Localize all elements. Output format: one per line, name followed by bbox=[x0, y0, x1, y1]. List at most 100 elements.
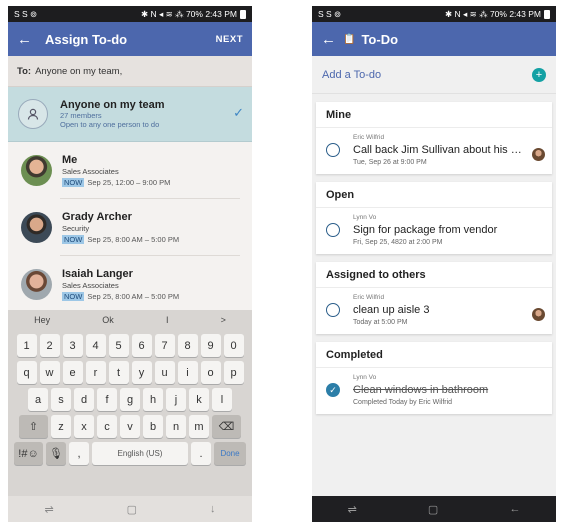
key[interactable]: 6 bbox=[131, 334, 152, 357]
key[interactable]: p bbox=[223, 361, 244, 384]
shift-time: Sep 25, 12:00 – 9:00 PM bbox=[87, 178, 171, 187]
key[interactable]: x bbox=[74, 415, 94, 438]
person-role: Sales Associates bbox=[62, 281, 119, 290]
key[interactable]: u bbox=[154, 361, 175, 384]
key[interactable]: 2 bbox=[39, 334, 60, 357]
section-title: Open bbox=[316, 182, 552, 208]
home-icon[interactable]: ▢ bbox=[127, 503, 137, 516]
suggestion[interactable]: Hey bbox=[34, 315, 50, 325]
key[interactable]: z bbox=[51, 415, 71, 438]
back-icon[interactable]: ← bbox=[509, 503, 520, 515]
key[interactable]: b bbox=[143, 415, 163, 438]
add-todo-label[interactable]: Add a To-do bbox=[322, 69, 381, 81]
shift-time: Sep 25, 8:00 AM – 5:00 PM bbox=[87, 292, 180, 301]
symbols-key[interactable]: !#☺ bbox=[14, 442, 43, 465]
key[interactable]: r bbox=[85, 361, 106, 384]
key[interactable]: c bbox=[97, 415, 117, 438]
clipboard-icon: 📋 bbox=[343, 33, 356, 45]
person-outline-icon bbox=[18, 99, 48, 129]
todo-author: Lynn Vo bbox=[353, 214, 377, 221]
key[interactable]: i bbox=[177, 361, 198, 384]
comma-key[interactable]: , bbox=[69, 442, 89, 465]
avatar bbox=[532, 308, 545, 321]
completed-check-icon[interactable]: ✓ bbox=[326, 383, 340, 397]
key[interactable]: 5 bbox=[108, 334, 129, 357]
todo-title: clean up aisle 3 bbox=[353, 304, 430, 316]
todo-item[interactable]: ✓ Lynn Vo Clean windows in bathroom Comp… bbox=[316, 368, 552, 414]
section-assigned-to-others: Assigned to others Eric Wilfrid clean up… bbox=[316, 262, 552, 334]
key[interactable]: 0 bbox=[223, 334, 244, 357]
hide-keyboard-icon[interactable]: ↓ bbox=[210, 503, 216, 515]
todo-due: Tue, Sep 26 at 9:00 PM bbox=[353, 159, 427, 166]
recent-apps-icon[interactable]: ⇌ bbox=[44, 503, 53, 516]
space-key[interactable]: English (US) bbox=[92, 442, 188, 465]
section-open: Open Lynn Vo Sign for package from vendo… bbox=[316, 182, 552, 254]
complete-checkbox[interactable] bbox=[326, 303, 340, 317]
person-name: Isaiah Langer bbox=[62, 268, 133, 280]
key[interactable]: l bbox=[212, 388, 232, 411]
recipient-field[interactable]: To: Anyone on my team, bbox=[8, 56, 252, 87]
checkmark-icon: ✓ bbox=[233, 105, 244, 120]
shift-key-icon[interactable]: ⇧ bbox=[19, 415, 48, 438]
person-row[interactable]: Isaiah Langer Sales Associates NOW Sep 25… bbox=[8, 256, 252, 313]
key[interactable]: 4 bbox=[85, 334, 106, 357]
team-option[interactable]: Anyone on my team 27 members Open to any… bbox=[8, 87, 252, 142]
expand-suggestions-icon[interactable]: > bbox=[221, 315, 226, 325]
key[interactable]: w bbox=[39, 361, 60, 384]
letter-row-1: q w e r t y u i o p bbox=[8, 361, 252, 384]
key[interactable]: 8 bbox=[177, 334, 198, 357]
next-button[interactable]: NEXT bbox=[216, 34, 243, 45]
key[interactable]: y bbox=[131, 361, 152, 384]
status-left: S S ⊚ bbox=[14, 8, 38, 19]
person-row[interactable]: Grady Archer Security NOW Sep 25, 8:00 AM… bbox=[8, 199, 252, 256]
battery-icon bbox=[544, 9, 550, 19]
complete-checkbox[interactable] bbox=[326, 223, 340, 237]
number-row: 1 2 3 4 5 6 7 8 9 0 bbox=[8, 334, 252, 357]
complete-checkbox[interactable] bbox=[326, 143, 340, 157]
key[interactable]: t bbox=[108, 361, 129, 384]
done-key[interactable]: Done bbox=[214, 442, 246, 465]
key[interactable]: 3 bbox=[62, 334, 83, 357]
key[interactable]: k bbox=[189, 388, 209, 411]
recent-apps-icon[interactable]: ⇌ bbox=[348, 503, 357, 516]
todo-item[interactable]: Eric Wilfrid clean up aisle 3 Today at 5… bbox=[316, 288, 552, 334]
bottom-key-row: !#☺ 🎙 , English (US) . Done bbox=[8, 442, 252, 465]
key[interactable]: v bbox=[120, 415, 140, 438]
team-description: Open to any one person to do bbox=[60, 120, 160, 129]
period-key[interactable]: . bbox=[191, 442, 211, 465]
key[interactable]: 9 bbox=[200, 334, 221, 357]
system-nav-bar: ⇌ ▢ ← bbox=[312, 496, 556, 522]
app-bar: ← Assign To-do NEXT bbox=[8, 22, 252, 56]
key[interactable]: e bbox=[62, 361, 83, 384]
key[interactable]: h bbox=[143, 388, 163, 411]
key[interactable]: q bbox=[16, 361, 37, 384]
backspace-key-icon[interactable]: ⌫ bbox=[212, 415, 241, 438]
home-icon[interactable]: ▢ bbox=[428, 503, 438, 516]
back-arrow-icon[interactable]: ← bbox=[17, 31, 39, 48]
avatar bbox=[21, 269, 52, 300]
todo-item[interactable]: Eric Wilfrid Call back Jim Sullivan abou… bbox=[316, 128, 552, 174]
microphone-key-icon[interactable]: 🎙 bbox=[46, 442, 66, 465]
todo-item[interactable]: Lynn Vo Sign for package from vendor Fri… bbox=[316, 208, 552, 254]
suggestion[interactable]: Ok bbox=[102, 315, 114, 325]
key[interactable]: o bbox=[200, 361, 221, 384]
key[interactable]: a bbox=[28, 388, 48, 411]
key[interactable]: 7 bbox=[154, 334, 175, 357]
suggestion[interactable]: I bbox=[166, 315, 169, 325]
person-row[interactable]: Me Sales Associates NOW Sep 25, 12:00 – 9… bbox=[8, 142, 252, 199]
back-arrow-icon[interactable]: ← bbox=[321, 31, 343, 48]
todo-author: Eric Wilfrid bbox=[353, 294, 385, 301]
key[interactable]: m bbox=[189, 415, 209, 438]
key[interactable]: j bbox=[166, 388, 186, 411]
add-todo-row[interactable]: Add a To-do + bbox=[312, 56, 556, 94]
key[interactable]: 1 bbox=[16, 334, 37, 357]
add-icon[interactable]: + bbox=[532, 67, 546, 82]
key[interactable]: s bbox=[51, 388, 71, 411]
assign-todo-screen: S S ⊚ ✱ N ◂ ≋ ⁂ 70% 2:43 PM ← Assign To-… bbox=[8, 6, 252, 522]
key[interactable]: n bbox=[166, 415, 186, 438]
todo-due: Fri, Sep 25, 4820 at 2:00 PM bbox=[353, 239, 443, 246]
key[interactable]: f bbox=[97, 388, 117, 411]
now-badge: NOW bbox=[62, 235, 85, 244]
key[interactable]: g bbox=[120, 388, 140, 411]
key[interactable]: d bbox=[74, 388, 94, 411]
